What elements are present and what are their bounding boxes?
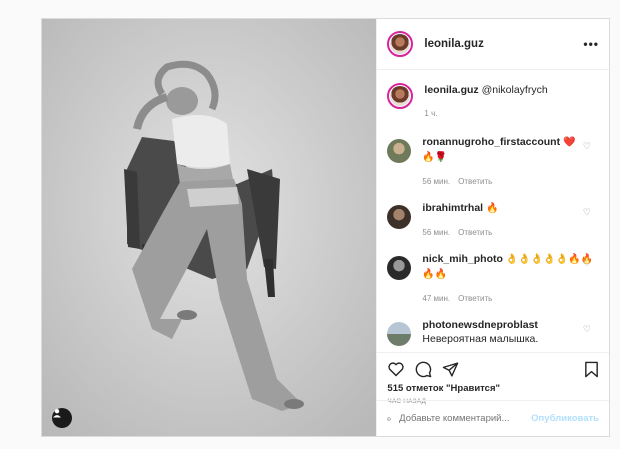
author-avatar[interactable] [387,31,414,57]
share-icon[interactable] [442,361,459,378]
comment-item: ibrahimtrhal 🔥 56 мин. Ответить ♡ [377,201,609,240]
comment-username[interactable]: nick_mih_photo [422,253,503,265]
comment-item: photonewsdneproblast Невероятная малышка… [377,318,609,346]
comment-text: ❤️ [563,137,576,148]
post-side-panel: leonila.guz ••• leonila.guz @nikolayfryc… [376,19,609,436]
photo-illustration [42,19,377,436]
comment-like-icon[interactable]: ♡ [583,141,591,152]
post-actions: 515 отметок "Нравится" час назад Опублик… [377,352,609,436]
comment-text-2: 🔥🌹 [422,152,448,163]
comment-text: Невероятная малышка. [422,333,539,345]
reply-button[interactable]: Ответить [458,228,492,237]
comment-input[interactable] [399,413,532,424]
post-photo[interactable] [42,19,377,436]
comment-time: 56 мин. [422,177,451,186]
comment-like-icon[interactable]: ♡ [583,207,591,218]
comment-like-icon[interactable]: ♡ [583,258,591,269]
comment-item: ronannugroho_firstaccount ❤️ 🔥🌹 56 мин. О… [377,135,609,189]
comment-item: nick_mih_photo 👌👌👌👌👌🔥🔥 🔥🔥 47 мин. Ответит… [377,252,609,306]
reply-button[interactable]: Ответить [458,294,492,303]
caption-avatar[interactable] [387,83,414,109]
emoji-icon[interactable] [387,411,391,427]
caption-mention[interactable]: @nikolayfrych [482,84,548,96]
bookmark-icon[interactable] [584,361,599,378]
commenter-avatar[interactable] [387,256,412,280]
heart-icon[interactable] [387,361,405,377]
comment-username[interactable]: photonewsdneproblast [422,319,538,331]
comment-text-2: 🔥🔥 [422,269,448,280]
commenter-avatar[interactable] [387,322,412,346]
caption-username[interactable]: leonila.guz [424,84,478,96]
caption: leonila.guz @nikolayfrych 1 ч. [377,71,609,121]
publish-button[interactable]: Опубликовать [531,413,599,424]
post-modal: leonila.guz ••• leonila.guz @nikolayfryc… [41,18,610,437]
comment-time: 56 мин. [422,228,451,237]
add-comment-bar: Опубликовать [377,400,609,436]
comment-like-icon[interactable]: ♡ [583,324,591,335]
more-icon[interactable]: ••• [583,37,599,51]
caption-time: 1 ч. [424,109,438,118]
author-username[interactable]: leonila.guz [424,38,483,50]
comments-list: leonila.guz @nikolayfrych 1 ч. ronannugr… [377,71,609,349]
comment-time: 47 мин. [422,294,451,303]
reply-button[interactable]: Ответить [458,177,492,186]
likes-count[interactable]: 515 отметок "Нравится" [377,381,609,394]
post-header: leonila.guz ••• [377,19,609,70]
comment-text: 🔥 [486,203,499,214]
comment-username[interactable]: ibrahimtrhal [422,202,483,214]
comment-text: 👌👌👌👌👌🔥🔥 [505,254,594,265]
comment-icon[interactable] [415,361,432,378]
commenter-avatar[interactable] [387,139,412,163]
user-tag-icon[interactable] [52,408,72,428]
comment-username[interactable]: ronannugroho_firstaccount [422,136,560,148]
commenter-avatar[interactable] [387,205,412,229]
